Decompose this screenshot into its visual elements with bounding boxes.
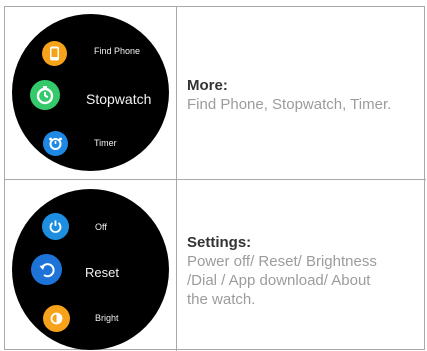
brightness-icon <box>43 305 70 332</box>
settings-heading: Settings: <box>187 234 252 251</box>
settings-description: Settings: Power off/ Reset/ Brightness /… <box>187 233 377 309</box>
more-description-text: Find Phone, Stopwatch, Timer. <box>187 96 392 113</box>
settings-description-line-2: /Dial / App download/ About <box>187 272 371 289</box>
watch-face-settings: Off Reset Bright <box>12 189 169 350</box>
menu-item-stopwatch: Stopwatch <box>86 91 152 107</box>
watch-face-more-menu: Find Phone Stopwatch Timer <box>12 14 169 171</box>
menu-item-timer: Timer <box>94 138 117 148</box>
setting-item-off: Off <box>95 222 107 232</box>
manual-table: Find Phone Stopwatch Timer More: Find Ph… <box>4 6 426 351</box>
timer-icon <box>43 131 68 156</box>
row-divider <box>5 179 426 180</box>
setting-item-reset: Reset <box>85 265 119 280</box>
power-icon <box>42 213 69 240</box>
reset-icon <box>31 254 62 285</box>
stopwatch-icon <box>30 80 60 110</box>
phone-icon <box>42 41 67 66</box>
setting-item-bright: Bright <box>95 313 119 323</box>
settings-description-line-3: the watch. <box>187 291 256 308</box>
settings-description-line-1: Power off/ Reset/ Brightness <box>187 253 377 270</box>
more-heading: More: <box>187 77 228 94</box>
more-description: More: Find Phone, Stopwatch, Timer. <box>187 76 391 114</box>
menu-item-find-phone: Find Phone <box>94 46 141 56</box>
